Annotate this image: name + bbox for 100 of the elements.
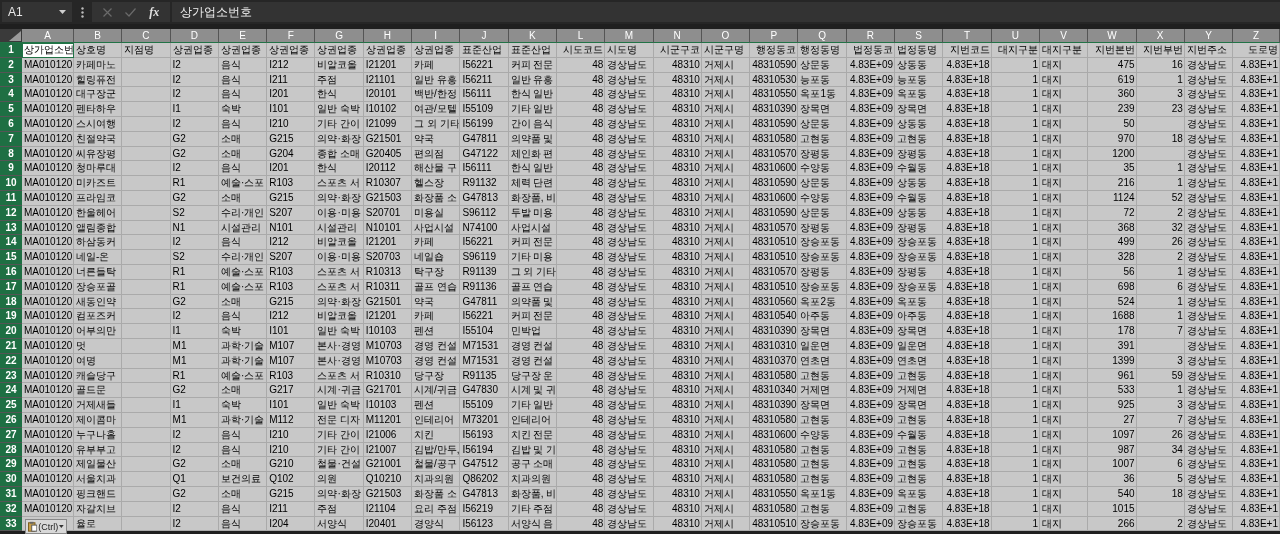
- column-header[interactable]: O: [701, 29, 751, 43]
- row-header[interactable]: 19: [0, 309, 22, 325]
- table-cell: R1: [170, 176, 219, 191]
- paste-options-button[interactable]: (Ctrl): [25, 519, 67, 534]
- column-header[interactable]: Y: [1184, 29, 1234, 43]
- table-cell: 4.83E+09: [846, 457, 896, 473]
- table-cell: 일반 숙박: [315, 324, 364, 339]
- row-header[interactable]: 29: [0, 457, 22, 473]
- table-cell: 시계 및 귀: [508, 383, 557, 399]
- table-cell: 4.83E+1: [1233, 250, 1280, 265]
- table-cell: 시도코드: [556, 43, 606, 58]
- table-cell: Q86202: [460, 472, 509, 487]
- column-header[interactable]: P: [750, 29, 799, 43]
- column-header[interactable]: M: [605, 29, 654, 43]
- table-cell: 커피 전문: [508, 235, 557, 251]
- table-cell: 4.83E+09: [846, 398, 896, 413]
- row-header[interactable]: 30: [0, 472, 22, 487]
- row-header[interactable]: 15: [0, 250, 22, 265]
- table-cell: 소매: [218, 383, 268, 399]
- column-header[interactable]: C: [122, 29, 171, 43]
- cancel-icon[interactable]: [102, 7, 112, 17]
- table-cell: 239: [1088, 102, 1137, 117]
- column-header[interactable]: H: [363, 29, 413, 43]
- table-cell: 행정동코: [750, 43, 799, 58]
- table-cell: 거제시: [701, 383, 751, 399]
- formula-field[interactable]: 상가업소번호: [172, 2, 1280, 22]
- table-cell: 4.83E+09: [846, 472, 896, 487]
- insert-function-button[interactable]: fx: [149, 4, 160, 20]
- column-header[interactable]: T: [943, 29, 992, 43]
- row-header[interactable]: 14: [0, 235, 22, 251]
- column-header[interactable]: B: [74, 29, 123, 43]
- table-cell: 거제면: [798, 383, 847, 399]
- table-cell: 법정동코: [846, 43, 896, 58]
- row-header[interactable]: 25: [0, 398, 22, 413]
- table-cell: 경상남도: [605, 161, 654, 177]
- table-cell: MA010120: [22, 235, 74, 251]
- column-header[interactable]: J: [460, 29, 509, 43]
- table-cell: MA010120: [22, 383, 74, 399]
- table-cell: 해산물 구: [412, 161, 461, 177]
- row-header[interactable]: 1: [0, 43, 22, 58]
- table-cell: 장승포동: [895, 250, 944, 265]
- table-cell: 고현동: [798, 457, 847, 473]
- table-cell: 48310390: [750, 398, 799, 413]
- column-header[interactable]: Z: [1233, 29, 1280, 43]
- table-cell: 옥포동: [895, 87, 944, 103]
- row-header[interactable]: 4: [0, 87, 22, 103]
- select-all-icon[interactable]: [9, 31, 21, 41]
- column-header[interactable]: S: [895, 29, 944, 43]
- table-cell: 펜션: [412, 398, 461, 413]
- column-header[interactable]: I: [412, 29, 461, 43]
- column-header[interactable]: W: [1088, 29, 1137, 43]
- table-cell: 1: [991, 383, 1040, 399]
- table-cell: 한식: [315, 87, 364, 103]
- column-header[interactable]: K: [508, 29, 557, 43]
- column-header[interactable]: L: [556, 29, 606, 43]
- table-cell: 비알코올: [315, 309, 364, 325]
- row-header[interactable]: 20: [0, 324, 22, 339]
- row-header[interactable]: 9: [0, 161, 22, 177]
- more-icon[interactable]: [81, 6, 84, 18]
- column-header[interactable]: U: [991, 29, 1040, 43]
- column-header[interactable]: G: [315, 29, 364, 43]
- column-header[interactable]: X: [1136, 29, 1185, 43]
- table-cell: 고현동: [798, 472, 847, 487]
- table-cell: 의원: [315, 472, 364, 487]
- row-header[interactable]: 5: [0, 102, 22, 117]
- column-header[interactable]: D: [170, 29, 219, 43]
- table-cell: 거제시: [701, 250, 751, 265]
- table-cell: MA010120: [22, 324, 74, 339]
- table-cell: 하삼동커: [74, 235, 123, 251]
- table-cell: [122, 309, 171, 325]
- row-header[interactable]: 10: [0, 176, 22, 191]
- table-cell: 328: [1088, 250, 1137, 265]
- check-icon[interactable]: [125, 7, 136, 17]
- table-cell: 숙박: [218, 324, 268, 339]
- table-cell: [122, 235, 171, 251]
- column-header[interactable]: N: [653, 29, 702, 43]
- table-cell: 거제시: [701, 309, 751, 325]
- table-cell: R91132: [460, 176, 509, 191]
- table-cell: 숙박: [218, 102, 268, 117]
- table-cell: G47512: [460, 457, 509, 473]
- name-box[interactable]: A1: [2, 2, 72, 22]
- column-header[interactable]: F: [267, 29, 316, 43]
- column-header[interactable]: Q: [798, 29, 847, 43]
- table-cell: 4.83E+1: [1233, 398, 1280, 413]
- table-cell: 민박업: [508, 324, 557, 339]
- column-header[interactable]: V: [1039, 29, 1089, 43]
- column-header[interactable]: E: [218, 29, 268, 43]
- column-header[interactable]: R: [846, 29, 896, 43]
- column-header[interactable]: A: [22, 29, 74, 43]
- row-header[interactable]: 24: [0, 383, 22, 399]
- table-cell: [122, 457, 171, 473]
- table-cell: 4.83E+09: [846, 102, 896, 117]
- table-cell: 수양동: [798, 161, 847, 177]
- table-cell: 48: [556, 472, 606, 487]
- table-cell: 4.83E+18: [943, 383, 992, 399]
- table-cell: 4.83E+09: [846, 309, 896, 325]
- table-cell: 상동동: [895, 176, 944, 191]
- table-cell: 4.83E+18: [943, 324, 992, 339]
- table-cell: 48: [556, 87, 606, 103]
- table-cell: 4.83E+09: [846, 324, 896, 339]
